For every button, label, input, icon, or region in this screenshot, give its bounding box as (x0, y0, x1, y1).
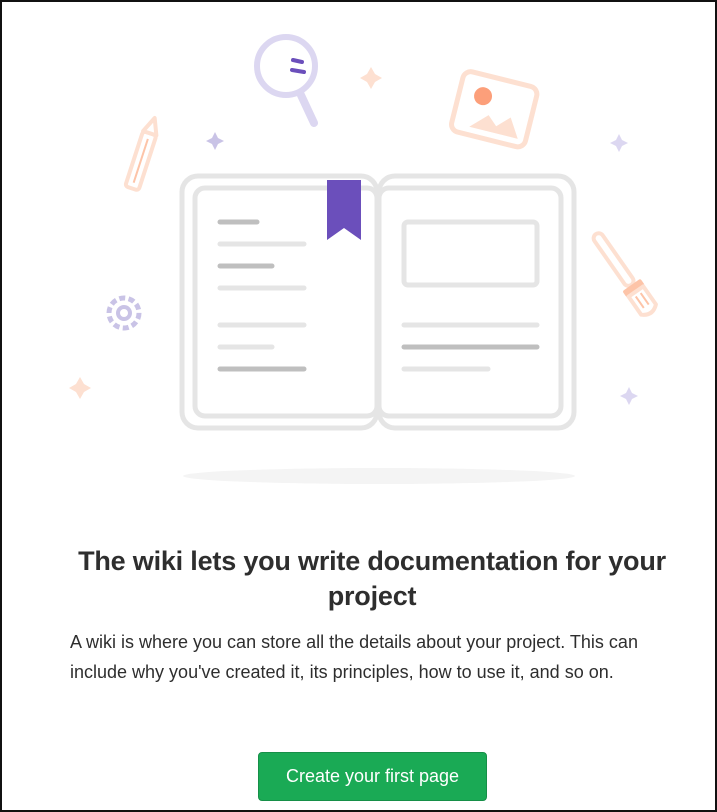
wiki-illustration (69, 34, 658, 484)
create-first-page-button[interactable]: Create your first page (258, 752, 487, 801)
empty-state-description: A wiki is where you can store all the de… (70, 632, 638, 682)
paintbrush-icon (591, 231, 658, 317)
sparkle-icon (360, 67, 382, 89)
search-icon (254, 34, 318, 127)
pencil-icon (123, 116, 159, 192)
image-icon (449, 69, 540, 150)
sparkle-icon (69, 377, 91, 399)
book-icon (179, 173, 577, 431)
empty-state-panel: The wiki lets you write documentation fo… (0, 0, 717, 812)
gear-icon (106, 295, 142, 331)
sparkle-icon (620, 387, 638, 405)
sparkle-icon (610, 134, 628, 152)
book-shadow (183, 468, 575, 484)
sparkle-icon (206, 132, 224, 150)
empty-state-title: The wiki lets you write documentation fo… (78, 546, 666, 611)
